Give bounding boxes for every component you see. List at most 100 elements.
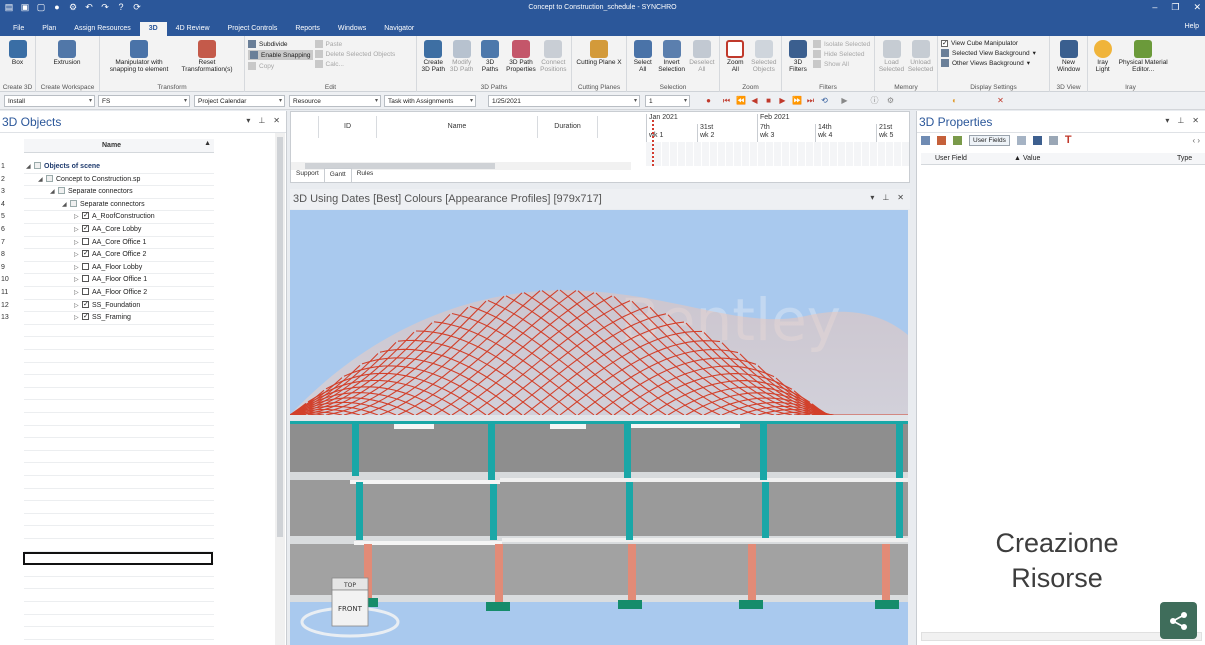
- empty-row[interactable]: [24, 363, 214, 376]
- visibility-checkbox[interactable]: [82, 299, 89, 311]
- user-fields-button[interactable]: User Fields: [969, 134, 1010, 146]
- sort-icon[interactable]: [921, 135, 930, 145]
- tab-3d[interactable]: 3D: [139, 22, 167, 36]
- tree-row[interactable]: ▷ SS_Foundation: [24, 299, 214, 313]
- empty-row[interactable]: [24, 463, 214, 476]
- step-back-icon[interactable]: ⏪: [736, 96, 746, 105]
- focus-time-marker[interactable]: [652, 120, 654, 166]
- paste-button[interactable]: Paste: [314, 40, 396, 48]
- expand-icon[interactable]: ▷: [74, 262, 82, 274]
- record-icon[interactable]: ●: [704, 96, 713, 105]
- stop-icon[interactable]: ■: [764, 96, 773, 105]
- view-cube-checkbox[interactable]: [941, 39, 948, 47]
- tree-row[interactable]: ▷ AA_Core Office 2: [24, 248, 214, 262]
- scroll-thumb[interactable]: [277, 137, 283, 537]
- tab-windows[interactable]: Windows: [329, 22, 375, 36]
- type-column[interactable]: Type: [1177, 155, 1192, 162]
- appearance-icon[interactable]: [953, 135, 962, 145]
- list-icon[interactable]: [1048, 135, 1058, 145]
- empty-row[interactable]: [24, 438, 214, 451]
- edge-beam[interactable]: [394, 424, 434, 429]
- expand-icon[interactable]: ▷: [74, 237, 82, 249]
- tree-row[interactable]: ▷ A_RoofConstruction: [24, 210, 214, 224]
- view-cube-front[interactable]: FRONT: [338, 605, 363, 613]
- expand-icon[interactable]: ▷: [74, 274, 82, 286]
- empty-row[interactable]: [24, 337, 214, 350]
- tab-reports[interactable]: Reports: [286, 22, 329, 36]
- empty-row[interactable]: [24, 476, 214, 489]
- view-cube-top[interactable]: TOP: [343, 582, 356, 589]
- other-views-bg-button[interactable]: Other Views Background ▾: [941, 59, 1036, 67]
- tree-row[interactable]: ◢ Objects of scene: [24, 161, 214, 174]
- tree-row[interactable]: ▷ AA_Floor Lobby: [24, 262, 214, 275]
- gantt-timeline[interactable]: Jan 2021 Feb 2021 wk 1 31st wk 2 7th wk 3 …: [646, 114, 909, 166]
- view-cube-toggle[interactable]: View Cube Manipulator: [941, 39, 1036, 47]
- tab-plan[interactable]: Plan: [33, 22, 65, 36]
- close-icon[interactable]: ✕: [273, 116, 280, 125]
- focus-date-field[interactable]: 1/25/2021: [488, 95, 640, 107]
- chevron-down-icon[interactable]: ▾: [1165, 116, 1169, 125]
- tab-gantt[interactable]: Gantt: [323, 168, 352, 182]
- close-icon[interactable]: ✕: [1193, 2, 1201, 13]
- options-icon[interactable]: ⚙: [886, 96, 895, 105]
- visibility-checkbox[interactable]: [82, 210, 89, 222]
- link-type-dropdown[interactable]: FS: [98, 95, 190, 107]
- isolate-selected-button[interactable]: Isolate Selected: [813, 40, 870, 48]
- copy-button[interactable]: Copy: [248, 62, 313, 70]
- visibility-checkbox[interactable]: [82, 275, 89, 283]
- expand-icon[interactable]: ▷: [74, 211, 82, 223]
- tree-row[interactable]: ▷ AA_Floor Office 1: [24, 274, 214, 287]
- roof-edge-beam[interactable]: [290, 415, 908, 421]
- document-icon[interactable]: [1032, 135, 1042, 145]
- last-icon[interactable]: ⏭: [806, 96, 815, 105]
- hide-selected-button[interactable]: Hide Selected: [813, 50, 870, 58]
- restore-icon[interactable]: ❐: [1171, 2, 1179, 13]
- empty-row[interactable]: [24, 375, 214, 388]
- visibility-checkbox[interactable]: [82, 223, 89, 235]
- animation-icon[interactable]: ▶: [840, 96, 849, 105]
- slab-level-2[interactable]: [290, 480, 908, 536]
- empty-row[interactable]: [24, 514, 214, 527]
- empty-row[interactable]: [24, 489, 214, 502]
- appearance-icon[interactable]: ◐: [950, 96, 959, 105]
- empty-row[interactable]: [24, 400, 214, 413]
- selected-view-bg-button[interactable]: Selected View Background ▾: [941, 49, 1036, 57]
- edge-beam[interactable]: [500, 478, 908, 482]
- calendar-dropdown[interactable]: Project Calendar: [194, 95, 285, 107]
- play-back-icon[interactable]: ◀: [750, 96, 759, 105]
- tree-row[interactable]: ◢ Separate connectors: [24, 186, 214, 199]
- empty-row[interactable]: [24, 325, 214, 338]
- edge-beam[interactable]: [502, 538, 908, 542]
- tab-rules[interactable]: Rules: [352, 168, 379, 182]
- chevron-down-icon[interactable]: ▾: [870, 193, 874, 202]
- empty-row[interactable]: [24, 602, 214, 615]
- delete-selected-button[interactable]: Delete Selected Objects: [314, 50, 395, 58]
- edge-beam[interactable]: [354, 541, 502, 545]
- visibility-checkbox[interactable]: [82, 311, 89, 323]
- visibility-checkbox[interactable]: [46, 174, 53, 182]
- show-all-button[interactable]: Show All: [813, 60, 870, 68]
- vertical-scrollbar[interactable]: [275, 133, 285, 645]
- slab-edge-1[interactable]: [290, 595, 908, 602]
- empty-row[interactable]: [24, 451, 214, 464]
- visibility-checkbox[interactable]: [82, 262, 89, 270]
- tab-assign-resources[interactable]: Assign Resources: [65, 22, 139, 36]
- share-button[interactable]: [1160, 602, 1197, 639]
- slab-level-3[interactable]: [290, 424, 908, 472]
- loop-icon[interactable]: ⟲: [820, 96, 829, 105]
- empty-row[interactable]: [24, 589, 214, 602]
- tree-row[interactable]: ◢ Separate connectors: [24, 199, 214, 212]
- play-icon[interactable]: ▶: [778, 96, 787, 105]
- empty-row[interactable]: [24, 526, 214, 539]
- collapse-icon[interactable]: ◢: [62, 199, 70, 211]
- visibility-checkbox[interactable]: [58, 187, 65, 195]
- empty-row[interactable]: [24, 577, 214, 590]
- tab-project-controls[interactable]: Project Controls: [219, 22, 287, 36]
- empty-row[interactable]: [24, 388, 214, 401]
- tree-row[interactable]: ◢ Concept to Construction.sp: [24, 174, 214, 187]
- task-filter-dropdown[interactable]: Task with Assignments: [384, 95, 476, 107]
- tab-support[interactable]: Support: [291, 168, 324, 182]
- first-icon[interactable]: ⏮: [722, 96, 731, 105]
- comments-icon[interactable]: [1016, 135, 1026, 145]
- empty-row[interactable]: [24, 426, 214, 439]
